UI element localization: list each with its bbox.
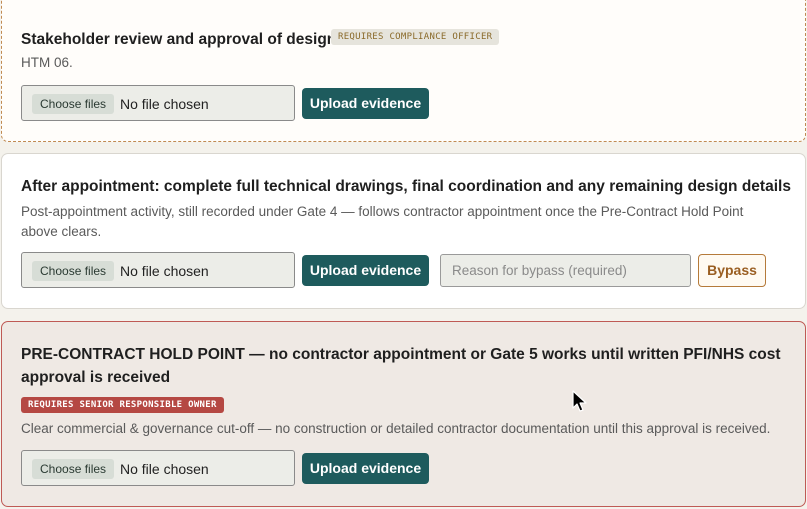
item-title: After appointment: complete full technic… <box>21 178 791 195</box>
checklist-item-after-appointment: After appointment: complete full technic… <box>1 153 806 309</box>
upload-evidence-button[interactable]: Upload evidence <box>302 255 429 286</box>
upload-evidence-button[interactable]: Upload evidence <box>302 88 429 119</box>
mouse-pointer-icon <box>572 390 587 412</box>
choose-files-button[interactable]: Choose files <box>32 94 115 114</box>
upload-evidence-button[interactable]: Upload evidence <box>302 453 429 484</box>
item-description: Clear commercial & governance cut-off — … <box>21 421 771 436</box>
bypass-reason-input[interactable]: Reason for bypass (required) <box>440 254 691 287</box>
role-badge: REQUIRES SENIOR RESPONSIBLE OWNER <box>21 397 224 413</box>
item-description: HTM 06. <box>21 55 73 70</box>
choose-files-button[interactable]: Choose files <box>32 261 115 281</box>
checklist-item-stakeholder-review: Stakeholder review and approval of desig… <box>1 0 806 142</box>
checklist-item-hold-point: PRE-CONTRACT HOLD POINT — no contractor … <box>1 321 806 507</box>
bypass-button[interactable]: Bypass <box>698 254 766 287</box>
item-description-line1: Post-appointment activity, still recorde… <box>21 204 744 219</box>
item-title-line1: PRE-CONTRACT HOLD POINT — no contractor … <box>21 346 781 363</box>
item-title: Stakeholder review and approval of desig… <box>21 31 337 48</box>
role-badge: REQUIRES COMPLIANCE OFFICER <box>331 29 500 45</box>
file-input[interactable]: Choose files No file chosen <box>21 85 295 121</box>
file-status: No file chosen <box>120 461 209 477</box>
file-status: No file chosen <box>120 96 209 112</box>
file-status: No file chosen <box>120 263 209 279</box>
choose-files-button[interactable]: Choose files <box>32 459 115 479</box>
file-input[interactable]: Choose files No file chosen <box>21 252 295 288</box>
item-description-line2: above clears. <box>21 224 102 239</box>
item-title-line2: approval is received <box>21 369 171 386</box>
file-input[interactable]: Choose files No file chosen <box>21 450 295 486</box>
